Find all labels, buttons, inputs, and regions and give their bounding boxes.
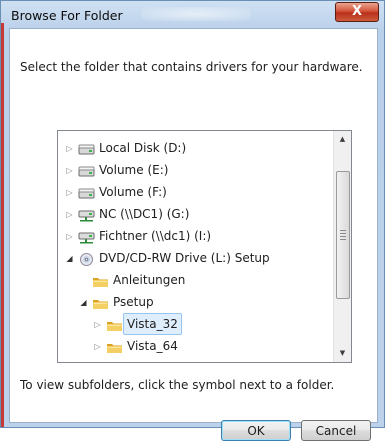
folder-icon [92,295,109,309]
scroll-up-arrow-icon[interactable]: ▲ [334,131,351,148]
hard-drive-icon [78,141,95,155]
collapse-arrow-icon[interactable]: ◢ [79,298,88,307]
close-icon: X [351,4,363,19]
vertical-scrollbar[interactable]: ▲ ▼ [333,131,351,362]
folder-icon [106,339,123,353]
expand-arrow-icon[interactable]: ▷ [93,320,102,329]
hard-drive-icon [78,163,95,177]
cd-drive-icon [78,251,95,266]
expand-arrow-icon[interactable]: ▷ [93,342,102,351]
tree-item[interactable]: ▷ NC (\\DC1) (G:) [58,203,334,225]
tree-item[interactable]: ▷ Vista_32 [58,313,334,335]
scroll-down-arrow-icon[interactable]: ▼ [334,345,351,362]
tree-item-label: Vista_64 [127,339,178,353]
hint-text: To view subfolders, click the symbol nex… [20,378,335,392]
tree-item[interactable]: ▷ Volume (F:) [58,181,334,203]
tree-item-label: Anleitungen [113,273,186,287]
cancel-button[interactable]: Cancel [301,420,371,441]
tree-item-label: Vista_32 [123,313,182,335]
tree-item-label: Fichtner (\\dc1) (I:) [99,229,212,243]
tree-item-label: Volume (F:) [99,185,167,199]
close-button[interactable]: X [335,2,379,22]
folder-icon [106,317,123,331]
expand-arrow-icon[interactable]: ▷ [65,232,74,241]
window-title: Browse For Folder [11,8,123,23]
ok-button[interactable]: OK [221,420,291,441]
expand-arrow-icon[interactable]: ▷ [65,210,74,219]
tree-item[interactable]: ▷ Vista_64 [58,335,334,357]
dialog-body: Select the folder that contains drivers … [9,28,378,441]
scrollbar-grip-icon [340,230,346,240]
tree-item[interactable]: ◢ DVD/CD-RW Drive (L:) Setup [58,247,334,269]
scrollbar-thumb[interactable] [336,171,350,299]
instruction-text: Select the folder that contains drivers … [20,60,363,74]
title-bar-glow [141,7,251,21]
collapse-arrow-icon[interactable]: ◢ [65,254,74,263]
tree-item[interactable]: ▷ Volume (E:) [58,159,334,181]
tree-item[interactable]: ▷ Local Disk (D:) [58,137,334,159]
expand-arrow-icon[interactable]: ▷ [65,166,74,175]
tree-item[interactable]: ◢ Psetup [58,291,334,313]
network-drive-icon [78,229,95,244]
tree-item-label: Psetup [113,295,154,309]
tree-item-label: Local Disk (D:) [99,141,187,155]
expand-arrow-icon[interactable]: ▷ [65,188,74,197]
tree-item[interactable]: Anleitungen [58,269,334,291]
dialog-window: Browse For Folder X Select the folder th… [0,0,385,441]
expand-arrow-icon[interactable]: ▷ [65,144,74,153]
network-drive-icon [78,207,95,222]
tree-item[interactable]: ▷ Fichtner (\\dc1) (I:) [58,225,334,247]
window-edge-accent [1,23,4,427]
folder-tree[interactable]: ▷ Local Disk (D:) ▷ Volume (E:) ▷ Volume (F:)… [57,130,352,363]
tree-item-label: Volume (E:) [99,163,169,177]
tree-item-label: NC (\\DC1) (G:) [99,207,190,221]
folder-icon [92,273,109,287]
tree-item-label: DVD/CD-RW Drive (L:) Setup [99,251,270,265]
hard-drive-icon [78,185,95,199]
title-bar[interactable]: Browse For Folder X [1,1,384,29]
